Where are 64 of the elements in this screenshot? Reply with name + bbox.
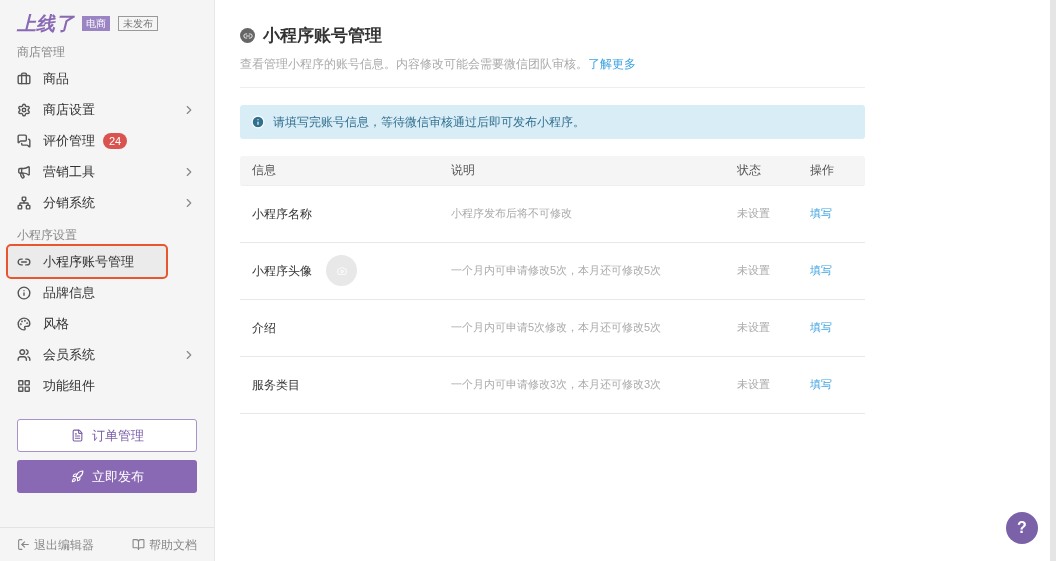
sidebar-item[interactable]: 评价管理 24 xyxy=(8,125,206,156)
grid-icon xyxy=(17,378,31,393)
item-label: 商店设置 xyxy=(43,100,95,119)
info-icon xyxy=(17,285,31,300)
network-icon xyxy=(17,195,31,210)
table-cell-text: 小程序名称 xyxy=(252,205,312,223)
publish-button[interactable]: 立即发布 xyxy=(17,460,197,493)
table-cell-text: 一个月内可申请修改5次，本月还可修改5次 xyxy=(451,263,663,279)
sidebar-item[interactable]: 风格 xyxy=(8,308,206,339)
table-cell-text: 一个月内可申请修改3次，本月还可修改3次 xyxy=(451,377,663,393)
table-cell-text: 服务类目 xyxy=(252,376,300,394)
status-cell-text: 未设置 xyxy=(737,263,771,279)
briefcase-icon xyxy=(17,71,31,86)
table-cell-text: 小程序发布后将不可修改 xyxy=(451,206,573,222)
tag: 电商 xyxy=(82,16,110,31)
section-title: 小程序设置 xyxy=(16,227,78,244)
status-cell-text: 未设置 xyxy=(737,377,771,393)
item-label: 分销系统 xyxy=(43,193,95,212)
document-icon xyxy=(70,429,84,442)
users-icon xyxy=(17,347,31,362)
logo: 上线了 xyxy=(17,14,74,33)
exit-icon xyxy=(17,538,30,551)
tag: 未发布 xyxy=(118,16,158,31)
sidebar-item[interactable]: 会员系统 xyxy=(8,339,206,370)
chat-icon xyxy=(17,133,31,148)
book-icon xyxy=(132,538,145,551)
item-label: 品牌信息 xyxy=(43,283,95,302)
sidebar-item[interactable]: 分销系统 xyxy=(8,187,206,218)
sidebar-item[interactable]: 小程序账号管理 xyxy=(8,246,166,277)
rocket-icon xyxy=(70,470,84,483)
table-cell-text: 一个月内可申请5次修改，本月还可修改5次 xyxy=(451,320,663,336)
item-label: 小程序账号管理 xyxy=(43,252,134,271)
info-icon xyxy=(251,114,265,129)
sidebar-item[interactable]: 品牌信息 xyxy=(8,277,206,308)
item-label: 会员系统 xyxy=(43,345,95,364)
item-label: 商品 xyxy=(43,69,69,88)
page-description: 查看管理小程序的账号信息。内容修改可能会需要微信团队审核。 xyxy=(240,55,588,73)
alert-text: 请填写完账号信息，等待微信审核通过后即可发布小程序。 xyxy=(273,113,585,131)
page-title: 小程序账号管理 xyxy=(263,25,382,47)
palette-icon xyxy=(17,316,31,331)
order-button[interactable]: 订单管理 xyxy=(17,419,197,452)
item-label: 功能组件 xyxy=(43,376,95,395)
count-badge: 24 xyxy=(103,132,128,149)
exit-editor-link[interactable]: 退出编辑器 xyxy=(17,535,94,554)
column-header: 状态 xyxy=(737,162,762,179)
sidebar-item[interactable]: 营销工具 xyxy=(8,156,206,187)
column-header: 操作 xyxy=(810,162,835,179)
help-button[interactable]: ? xyxy=(1006,512,1038,544)
item-label: 评价管理 xyxy=(43,131,95,150)
megaphone-icon xyxy=(17,164,31,179)
settings-icon xyxy=(17,102,31,117)
status-cell-text: 未设置 xyxy=(737,320,771,336)
column-header: 说明 xyxy=(451,162,476,179)
sidebar-item[interactable]: 商品 xyxy=(8,63,206,94)
section-title: 商店管理 xyxy=(16,44,66,61)
status-cell-text: 未设置 xyxy=(737,206,771,222)
table-cell-text: 小程序头像 xyxy=(252,262,312,280)
sidebar-item[interactable]: 商店设置 xyxy=(8,94,206,125)
item-label: 风格 xyxy=(43,314,69,333)
sidebar-item[interactable]: 功能组件 xyxy=(8,370,206,401)
link-icon xyxy=(240,28,255,44)
column-header: 信息 xyxy=(251,162,277,179)
item-label: 营销工具 xyxy=(43,162,95,181)
table-cell-text: 介绍 xyxy=(252,319,276,337)
